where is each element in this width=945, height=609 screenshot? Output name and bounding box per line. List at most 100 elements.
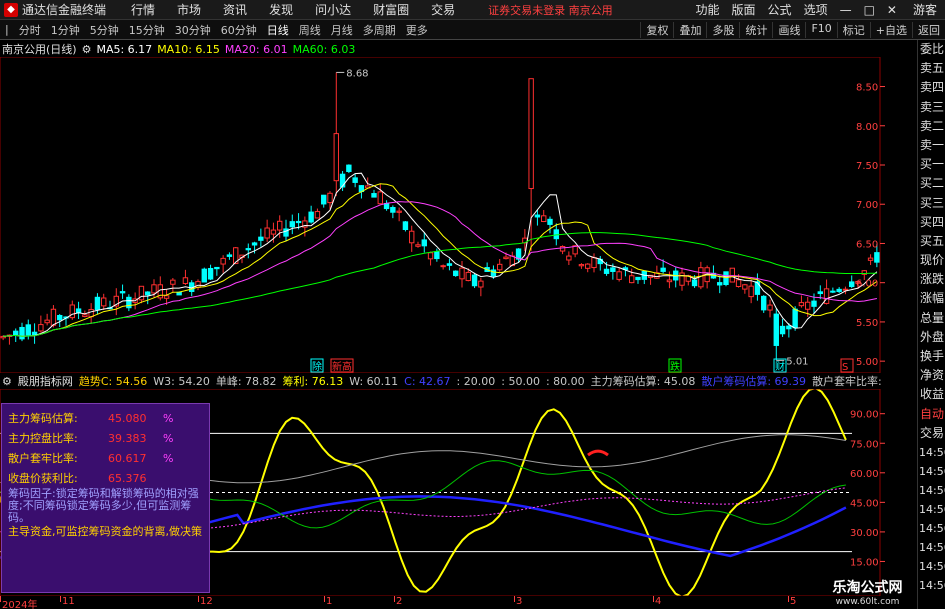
settings-gear-icon[interactable]: ⚙ <box>82 43 92 56</box>
ma20-value: MA20: 6.01 <box>224 42 288 56</box>
period-60min[interactable]: 60分钟 <box>216 22 262 38</box>
menu-trade[interactable]: 交易 <box>420 1 466 18</box>
menu-formula[interactable]: 公式 <box>762 1 798 18</box>
side-item[interactable]: 现价 <box>918 251 945 270</box>
indicator-name[interactable]: 殿朋指标网 <box>18 373 73 389</box>
side-item[interactable]: 换手 <box>918 347 945 366</box>
menu-layout[interactable]: 版面 <box>726 1 762 18</box>
period-left-arrow-icon[interactable]: | <box>0 23 14 36</box>
candle-body <box>258 236 264 241</box>
add-watchlist-button[interactable]: +自选 <box>869 21 912 38</box>
menu-options[interactable]: 选项 <box>798 1 834 18</box>
guest-user[interactable]: 游客 <box>913 1 945 18</box>
side-tab-trade[interactable]: 交易 <box>918 424 945 443</box>
maximize-icon[interactable]: □ <box>858 3 881 17</box>
side-item[interactable]: 外盘 <box>918 328 945 347</box>
side-item[interactable]: 卖二 <box>918 117 945 136</box>
indicator-settings-gear-icon[interactable]: ⚙ <box>2 375 12 388</box>
side-item[interactable]: 收益 <box>918 385 945 404</box>
indicator-legend-item: C: 42.67 <box>404 375 451 388</box>
candle-body <box>145 291 151 296</box>
menu-market[interactable]: 市场 <box>166 1 212 18</box>
side-item[interactable]: 买五 <box>918 232 945 251</box>
period-timeshare[interactable]: 分时 <box>14 22 46 38</box>
candle-body <box>497 263 503 271</box>
menu-news[interactable]: 资讯 <box>212 1 258 18</box>
candle-body <box>151 284 157 294</box>
menu-discover[interactable]: 发现 <box>258 1 304 18</box>
event-label[interactable]: 跌 <box>670 360 680 373</box>
side-item[interactable]: 买一 <box>918 155 945 174</box>
event-label[interactable]: 财 <box>775 360 785 373</box>
period-5min[interactable]: 5分钟 <box>85 22 124 38</box>
draw-line-button[interactable]: 画线 <box>772 21 805 38</box>
side-item[interactable]: 卖四 <box>918 78 945 97</box>
indicator-legend-item: W3: 54.20 <box>153 375 210 388</box>
minimize-icon[interactable]: — <box>834 3 858 17</box>
candle-body <box>742 284 748 290</box>
ib-row-main-control: 主力控盘比率: 39.383 % <box>8 428 203 448</box>
side-item[interactable]: 买二 <box>918 174 945 193</box>
indicator-legend-item: : 80.00 <box>545 375 585 388</box>
price-axis-label: 5.00 <box>856 357 878 368</box>
period-daily[interactable]: 日线 <box>262 22 294 38</box>
side-item[interactable]: 净资 <box>918 366 945 385</box>
close-icon[interactable]: ✕ <box>881 3 903 17</box>
candle-body <box>50 308 57 326</box>
indicator-legend-item: 散户筹码估算: 69.39 <box>701 375 807 388</box>
mark-button[interactable]: 标记 <box>836 21 870 38</box>
event-label[interactable]: S <box>842 362 848 373</box>
side-item[interactable]: 卖五 <box>918 59 945 78</box>
menu-function[interactable]: 功能 <box>690 1 726 18</box>
side-item[interactable]: 卖一 <box>918 136 945 155</box>
period-multi[interactable]: 多周期 <box>358 22 401 38</box>
candle-body <box>805 301 811 310</box>
side-time: 14:56 <box>919 521 945 535</box>
candle-body <box>333 133 339 182</box>
period-more[interactable]: 更多 <box>401 22 433 38</box>
menu-ask[interactable]: 问小达 <box>304 1 362 18</box>
side-tab-auto[interactable]: 自动 <box>918 405 945 424</box>
period-weekly[interactable]: 周线 <box>294 22 326 38</box>
period-monthly[interactable]: 月线 <box>326 22 358 38</box>
indicator-overlay-box: 主力筹码估算: 45.080 % 主力控盘比率: 39.383 % 散户套牢比率… <box>1 403 210 593</box>
x-axis-label: 11 <box>62 596 75 607</box>
candle-body <box>25 324 31 336</box>
back-button[interactable]: 返回 <box>912 21 945 38</box>
event-label[interactable]: 除 <box>312 360 322 373</box>
candle-body <box>559 245 566 252</box>
candle-body <box>666 279 673 283</box>
side-item[interactable]: 涨跌 <box>918 270 945 289</box>
stock-name[interactable]: 南京公用(日线) <box>2 41 77 57</box>
candle-body <box>616 271 622 280</box>
event-label[interactable]: 新高 <box>332 360 352 373</box>
side-item[interactable]: 买四 <box>918 213 945 232</box>
overlay-button[interactable]: 叠加 <box>673 21 706 38</box>
period-15min[interactable]: 15分钟 <box>124 22 170 38</box>
price-axis-label: 5.50 <box>856 318 878 329</box>
multi-stock-button[interactable]: 多股 <box>706 21 739 38</box>
period-1min[interactable]: 1分钟 <box>46 22 85 38</box>
candle-body <box>409 230 415 244</box>
side-item[interactable]: 委比 <box>918 40 945 59</box>
candle-body <box>176 291 182 296</box>
login-notice[interactable]: 证券交易未登录 南京公用 <box>488 2 613 18</box>
indicator-legend-item: : 50.00 <box>501 375 540 388</box>
menu-quotes[interactable]: 行情 <box>120 1 166 18</box>
ib-value: 45.080 <box>108 411 147 425</box>
side-item[interactable]: 总量 <box>918 309 945 328</box>
ib-row-close-profit: 收盘价获利比: 65.376 <box>8 468 203 488</box>
candlestick-chart[interactable]: 8.50 8.00 7.50 7.00 6.50 6.00 5.50 5.00 8.68 5.0… <box>0 57 917 373</box>
statistics-button[interactable]: 统计 <box>739 21 772 38</box>
candle-body <box>453 270 459 277</box>
side-item[interactable]: 涨幅 <box>918 289 945 308</box>
side-item[interactable]: 买三 <box>918 194 945 213</box>
x-axis-label: 1 <box>326 596 333 607</box>
candle-body <box>13 330 19 336</box>
f10-button[interactable]: F10 <box>805 21 836 38</box>
menu-wealth[interactable]: 财富圈 <box>362 1 420 18</box>
side-item[interactable]: 卖三 <box>918 98 945 117</box>
restore-rights-button[interactable]: 复权 <box>640 21 673 38</box>
period-30min[interactable]: 30分钟 <box>170 22 216 38</box>
x-axis: 2024年 11 12 1 2 3 4 5 <box>0 596 880 609</box>
